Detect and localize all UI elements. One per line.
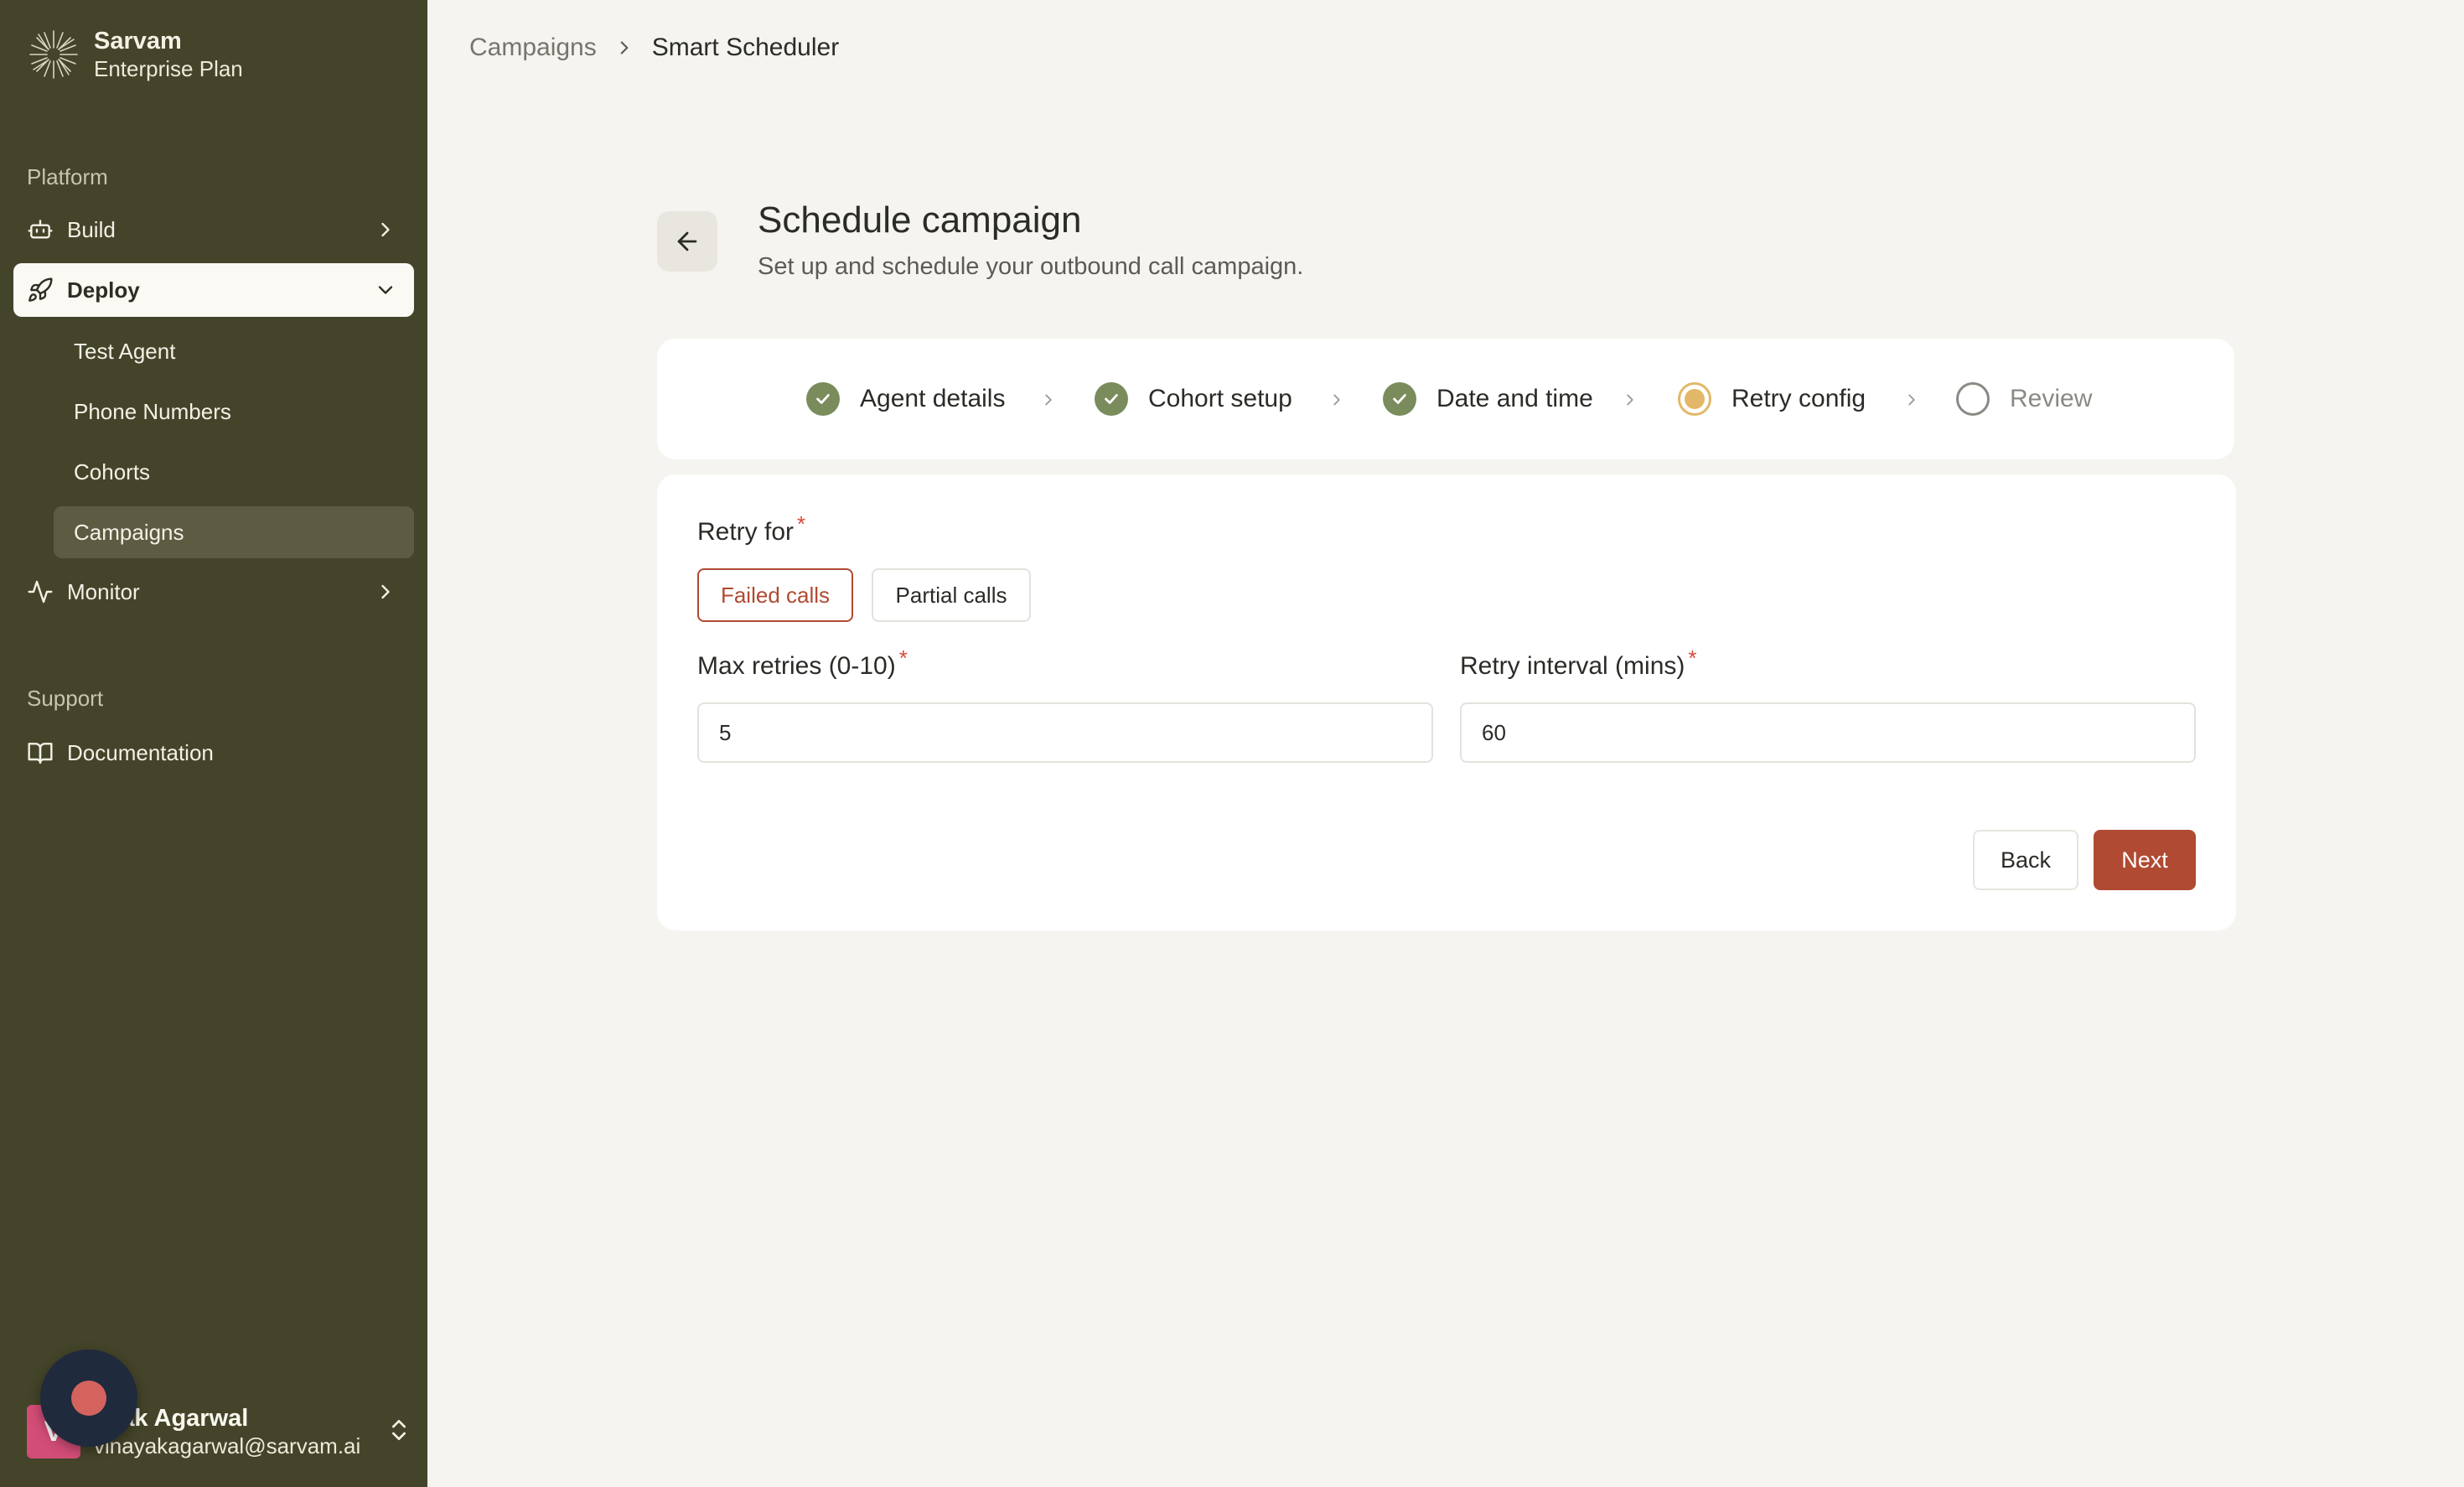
step-label: Agent details	[860, 385, 1006, 412]
activity-icon	[28, 580, 53, 604]
step-cohort-setup[interactable]: Cohort setup	[1095, 382, 1292, 416]
empty-circle-icon	[1956, 382, 1990, 416]
step-label: Retry config	[1732, 385, 1866, 412]
user-email: vinayakagarwal@sarvam.ai	[94, 1433, 361, 1459]
required-marker: *	[898, 645, 908, 671]
stepper: Agent details Cohort setup Date and time…	[657, 339, 2234, 459]
next-button[interactable]: Next	[2094, 830, 2196, 890]
required-marker: *	[1688, 645, 1697, 671]
sarvam-logo-icon	[29, 30, 78, 79]
step-label: Date and time	[1436, 385, 1593, 412]
page-title: Schedule campaign	[758, 199, 1082, 241]
step-date-and-time[interactable]: Date and time	[1383, 382, 1593, 416]
step-retry-config[interactable]: Retry config	[1678, 382, 1866, 416]
nav-item-build-label: Build	[67, 216, 116, 242]
chevron-right-icon	[1045, 394, 1052, 406]
retry-interval-label: Retry interval (mins) *	[1460, 645, 1697, 681]
chevron-right-icon	[1908, 394, 1915, 406]
step-agent-details[interactable]: Agent details	[806, 382, 1005, 416]
sidebar-item-test-agent[interactable]: Test Agent	[54, 325, 414, 377]
check-circle-icon	[1383, 382, 1416, 416]
sidebar: Sarvam Enterprise Plan Platform Build De…	[0, 0, 427, 1487]
chevron-right-icon	[381, 222, 390, 237]
record-button[interactable]	[40, 1350, 137, 1447]
chevron-right-icon	[1333, 394, 1340, 406]
chevron-right-icon	[381, 584, 390, 599]
retry-config-form: Retry for * Failed calls Partial calls Ma…	[657, 474, 2236, 930]
section-label-support: Support	[27, 686, 104, 711]
sidebar-item-campaigns[interactable]: Campaigns	[54, 506, 414, 558]
rocket-icon	[28, 277, 53, 302]
max-retries-label-text: Max retries (0-10)	[697, 652, 896, 680]
sidebar-item-phone-numbers[interactable]: Phone Numbers	[54, 386, 414, 438]
nav-item-monitor[interactable]: Monitor	[13, 565, 414, 619]
step-review[interactable]: Review	[1956, 382, 2092, 416]
retry-for-label-text: Retry for	[697, 518, 795, 546]
sidebar-item-cohorts[interactable]: Cohorts	[54, 446, 414, 498]
chevron-right-icon	[1627, 394, 1633, 406]
brand[interactable]: Sarvam Enterprise Plan	[27, 27, 243, 82]
step-label: Cohort setup	[1148, 385, 1292, 412]
retry-option-failed-calls[interactable]: Failed calls	[697, 568, 853, 622]
max-retries-input[interactable]	[697, 702, 1433, 763]
record-icon	[71, 1381, 106, 1416]
current-step-icon	[1678, 382, 1711, 416]
max-retries-label: Max retries (0-10) *	[697, 645, 908, 681]
retry-interval-input[interactable]	[1460, 702, 2196, 763]
book-open-icon	[28, 743, 53, 764]
check-circle-icon	[806, 382, 840, 416]
nav-item-deploy-label: Deploy	[67, 277, 140, 303]
retry-interval-label-text: Retry interval (mins)	[1460, 652, 1685, 680]
check-circle-icon	[1095, 382, 1128, 416]
back-button[interactable]: Back	[1973, 830, 2078, 890]
brand-plan: Enterprise Plan	[94, 56, 243, 81]
breadcrumb-campaigns[interactable]: Campaigns	[469, 34, 597, 62]
nav-item-monitor-label: Monitor	[67, 578, 140, 604]
step-label: Review	[2010, 385, 2093, 412]
breadcrumb-current: Smart Scheduler	[651, 34, 840, 61]
chevron-right-icon	[620, 41, 629, 54]
breadcrumb: Campaigns Smart Scheduler	[469, 34, 839, 62]
chevron-down-icon	[378, 286, 393, 294]
page-subtitle: Set up and schedule your outbound call c…	[758, 253, 1304, 280]
nav-item-documentation-label: Documentation	[67, 739, 214, 765]
brand-name: Sarvam	[94, 28, 182, 54]
retry-for-label: Retry for *	[697, 511, 805, 547]
required-marker: *	[797, 511, 806, 536]
nav-item-build[interactable]: Build	[13, 203, 414, 256]
chevrons-up-down-icon[interactable]	[386, 1415, 412, 1445]
nav-item-deploy[interactable]: Deploy	[13, 263, 414, 317]
arrow-left-icon	[677, 231, 697, 251]
retry-option-partial-calls[interactable]: Partial calls	[872, 568, 1031, 622]
section-label-platform: Platform	[27, 164, 108, 189]
bot-icon	[28, 220, 53, 239]
nav-item-documentation[interactable]: Documentation	[13, 726, 414, 780]
back-arrow-button[interactable]	[657, 211, 717, 272]
